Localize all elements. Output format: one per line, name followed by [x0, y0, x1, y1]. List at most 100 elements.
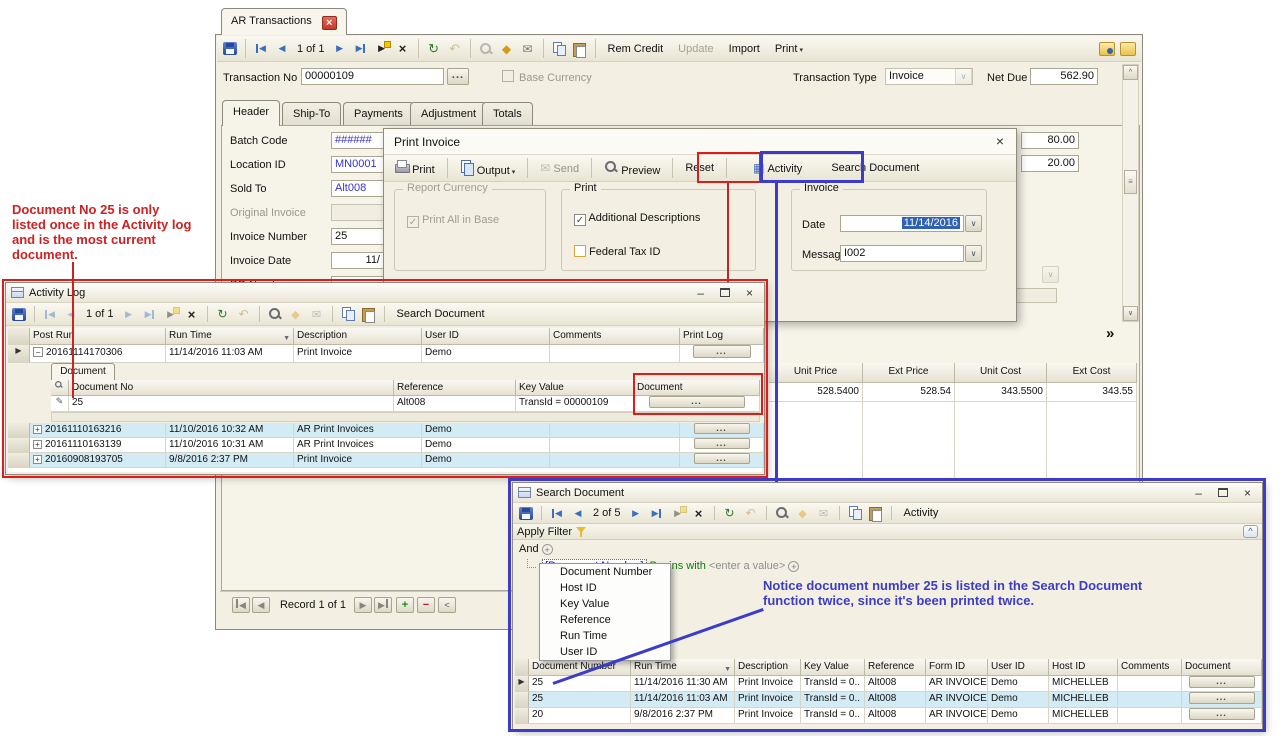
- report-currency-group: Report Currency ✓ Print All in Base: [394, 189, 546, 271]
- print-button[interactable]: Print: [388, 160, 441, 176]
- report-currency-title: Report Currency: [403, 182, 492, 194]
- print-all-in-base-label: Print All in Base: [422, 214, 499, 226]
- preview-label: Preview: [621, 165, 660, 177]
- screen: AR Transactions × ◀ ◀ 1 of 1 ▶ ▶ ▶ × ↻ ↶…: [0, 0, 1285, 736]
- federal-tax-id-checkbox[interactable]: Federal Tax ID: [574, 245, 660, 258]
- output-label: Output: [477, 165, 510, 177]
- close-icon[interactable]: ×: [996, 133, 1004, 149]
- mail-icon[interactable]: ✉: [519, 40, 537, 57]
- invoice-date-field[interactable]: 11/: [331, 252, 384, 269]
- previous-record-icon[interactable]: ◀: [273, 40, 291, 57]
- red-highlight-activity-button: [697, 152, 761, 183]
- detail-grid-empty-area: [769, 402, 1137, 478]
- cell-unit-price[interactable]: 528.5400: [769, 383, 863, 402]
- record-first-button[interactable]: ◀: [232, 597, 250, 613]
- record-prev-button[interactable]: ◀: [252, 597, 270, 613]
- next-record-icon[interactable]: ▶: [331, 40, 349, 57]
- user-link-icon[interactable]: [1098, 40, 1116, 57]
- combo-dropdown-icon[interactable]: ∨: [1042, 266, 1059, 283]
- net-due-field: 562.90: [1030, 68, 1098, 85]
- checkbox-icon: ✓: [407, 216, 419, 228]
- additional-descriptions-checkbox[interactable]: ✓ Additional Descriptions: [574, 212, 700, 226]
- delete-icon[interactable]: ×: [394, 40, 412, 57]
- save-icon[interactable]: [221, 40, 239, 57]
- send-button[interactable]: ✉ Send: [534, 161, 585, 175]
- base-currency-checkbox[interactable]: [502, 70, 514, 82]
- paste-icon[interactable]: [571, 40, 589, 57]
- date-label: Date: [802, 219, 825, 231]
- preview-icon: [604, 160, 618, 174]
- base-currency-label: Base Currency: [519, 72, 592, 84]
- expand-grid-chevron-icon[interactable]: »: [1106, 325, 1114, 342]
- print-menu-button[interactable]: Print▾: [769, 43, 809, 55]
- undo-icon[interactable]: ↶: [446, 40, 464, 57]
- transaction-no-label: Transaction No: [223, 72, 297, 84]
- scrollbar-thumb[interactable]: ≡: [1124, 170, 1137, 194]
- scroll-down-icon[interactable]: ∨: [1123, 306, 1138, 321]
- invoice-group-title: Invoice: [800, 182, 843, 194]
- additional-descriptions-label: Additional Descriptions: [588, 212, 700, 224]
- notes-icon[interactable]: [1119, 40, 1137, 57]
- checkbox-icon: [574, 245, 586, 257]
- cell-ext-cost[interactable]: 343.55: [1047, 383, 1137, 402]
- collapse-button[interactable]: <: [438, 597, 456, 613]
- invoice-date-label: Invoice Date: [230, 255, 291, 267]
- checkbox-icon: ✓: [574, 214, 586, 226]
- federal-tax-id-label: Federal Tax ID: [589, 246, 660, 258]
- scroll-up-icon[interactable]: ^: [1123, 65, 1138, 80]
- print-group-title: Print: [570, 182, 601, 194]
- tab-payments[interactable]: Payments: [343, 102, 414, 126]
- mail-icon: ✉: [540, 161, 550, 175]
- col-unit-price[interactable]: Unit Price: [769, 363, 863, 383]
- col-ext-price[interactable]: Ext Price: [863, 363, 955, 383]
- rem-credit-button[interactable]: Rem Credit: [602, 43, 670, 55]
- red-connector-line: [727, 182, 729, 282]
- record-next-button[interactable]: ▶: [354, 597, 372, 613]
- batch-code-label: Batch Code: [230, 135, 287, 147]
- transaction-type-dropdown-icon[interactable]: ∨: [955, 68, 972, 85]
- output-icon: [460, 160, 474, 174]
- last-record-icon[interactable]: ▶: [352, 40, 370, 57]
- original-invoice-label: Original Invoice: [230, 207, 306, 219]
- form-scrollbar[interactable]: ^ ≡ ∨: [1122, 64, 1139, 322]
- col-ext-cost[interactable]: Ext Cost: [1047, 363, 1137, 383]
- record-position: 1 of 1: [294, 43, 328, 55]
- transaction-no-field[interactable]: 00000109: [301, 68, 444, 85]
- refresh-icon[interactable]: ↻: [425, 40, 443, 57]
- tab-adjustment[interactable]: Adjustment: [410, 102, 487, 126]
- cell-unit-cost[interactable]: 343.5500: [955, 383, 1047, 402]
- transaction-no-finder-button[interactable]: ...: [447, 68, 469, 85]
- new-record-icon[interactable]: ▶: [373, 40, 391, 57]
- cell-ext-price[interactable]: 528.54: [863, 383, 955, 402]
- red-annotation-note: Document No 25 is only listed once in th…: [12, 202, 192, 262]
- message-dropdown-icon[interactable]: ∨: [965, 245, 982, 262]
- chevron-down-icon: ▾: [512, 169, 516, 176]
- tab-ar-transactions[interactable]: AR Transactions ×: [221, 8, 347, 35]
- tab-header[interactable]: Header: [222, 100, 280, 126]
- update-button[interactable]: Update: [672, 43, 719, 55]
- blue-highlight-search-document-button: [760, 151, 864, 183]
- copy-icon[interactable]: [550, 40, 568, 57]
- tab-totals[interactable]: Totals: [482, 102, 533, 126]
- date-field[interactable]: 11/14/2016: [840, 215, 964, 232]
- close-tab-icon[interactable]: ×: [322, 16, 337, 30]
- date-dropdown-icon[interactable]: ∨: [965, 215, 982, 232]
- delete-row-button[interactable]: −: [417, 597, 435, 613]
- add-row-button[interactable]: +: [396, 597, 414, 613]
- message-field[interactable]: I002: [840, 245, 964, 262]
- tab-ship-to[interactable]: Ship-To: [282, 102, 341, 126]
- printer-icon: [394, 160, 409, 173]
- detail-grid-row[interactable]: 528.5400 528.54 343.5500 343.55: [769, 383, 1137, 402]
- drilldown-icon[interactable]: ◆: [498, 40, 516, 57]
- first-record-icon[interactable]: ◀: [252, 40, 270, 57]
- record-last-button[interactable]: ▶: [374, 597, 392, 613]
- blue-highlight-search-window: [508, 478, 1266, 732]
- import-button[interactable]: Import: [723, 43, 766, 55]
- preview-icon[interactable]: [477, 40, 495, 57]
- amount-field-2: 20.00: [1021, 155, 1079, 172]
- preview-button[interactable]: Preview: [598, 160, 666, 177]
- sold-to-label: Sold To: [230, 183, 267, 195]
- output-button[interactable]: Output▾: [454, 160, 522, 177]
- transaction-type-label: Transaction Type: [793, 72, 877, 84]
- col-unit-cost[interactable]: Unit Cost: [955, 363, 1047, 383]
